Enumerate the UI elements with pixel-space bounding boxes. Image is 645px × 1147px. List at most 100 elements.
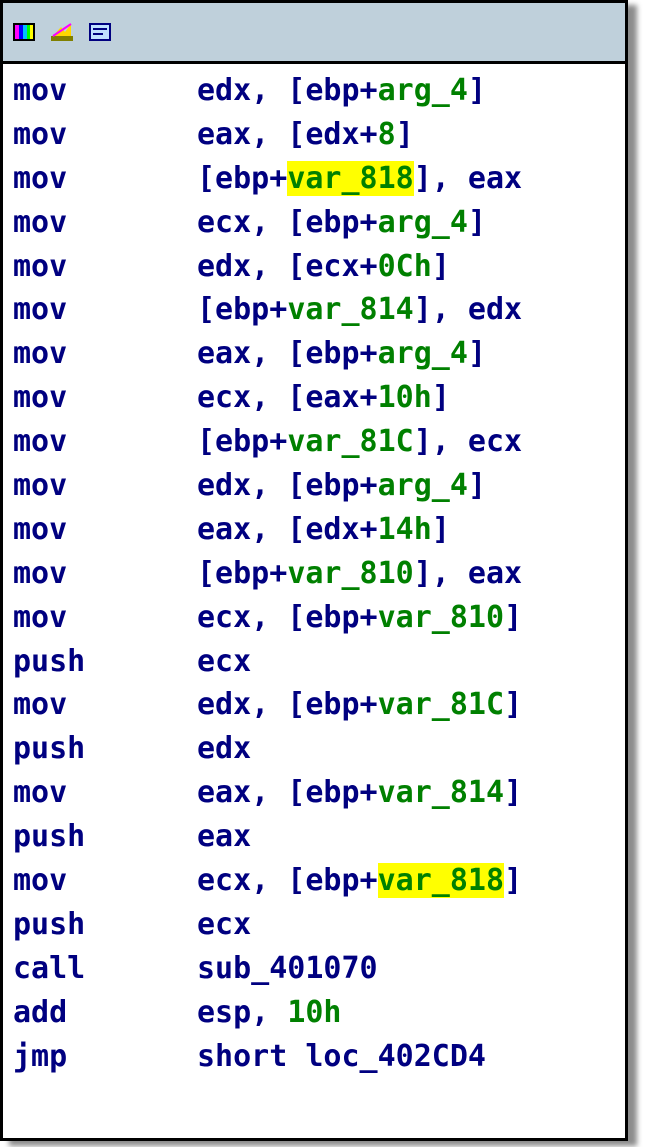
asm-operands[interactable]: edx, [ebp+var_81C] [197,683,522,727]
asm-operands[interactable]: esp, 10h [197,991,342,1035]
asm-mnemonic[interactable]: push [3,903,197,947]
asm-operand-text: edx, [ecx+ [197,248,378,284]
asm-operands[interactable]: ecx [197,903,251,947]
asm-mnemonic[interactable]: mov [3,245,197,289]
asm-line[interactable]: mov ecx, [eax+10h] [3,376,625,420]
asm-symbol[interactable]: 0Ch [378,249,432,284]
asm-operand-text: ] [467,73,486,108]
asm-line[interactable]: mov ecx, [ebp+arg_4] [3,201,625,245]
asm-operands[interactable]: [ebp+var_810], eax [197,552,522,596]
asm-operands[interactable]: ecx, [eax+10h] [197,376,450,420]
asm-mnemonic[interactable]: mov [3,69,197,113]
asm-symbol[interactable]: var_818 [377,863,505,899]
asm-symbol[interactable]: var_810 [378,600,504,635]
asm-operands[interactable]: [ebp+var_81C], ecx [197,420,522,464]
asm-operands[interactable]: short loc_402CD4 [197,1035,486,1079]
asm-symbol[interactable]: 8 [378,117,396,152]
asm-line[interactable]: mov eax, [edx+14h] [3,508,625,552]
asm-line[interactable]: push eax [3,815,625,859]
asm-line[interactable]: mov [ebp+var_810], eax [3,552,625,596]
asm-operands[interactable]: sub_401070 [197,947,378,991]
asm-symbol[interactable]: var_81C [287,424,413,459]
asm-operands[interactable]: ecx, [ebp+var_818] [197,859,522,903]
asm-symbol[interactable]: var_814 [378,775,504,810]
asm-mnemonic[interactable]: mov [3,552,197,596]
asm-line[interactable]: push edx [3,727,625,771]
asm-line[interactable]: mov eax, [edx+8] [3,113,625,157]
asm-symbol[interactable]: var_81C [378,687,504,722]
asm-operand-text: ecx, [ebp+ [197,204,378,240]
asm-mnemonic[interactable]: mov [3,683,197,727]
asm-line[interactable]: add esp, 10h [3,991,625,1035]
asm-line[interactable]: mov [ebp+var_81C], ecx [3,420,625,464]
asm-operands[interactable]: [ebp+var_818], eax [197,157,522,201]
asm-mnemonic[interactable]: jmp [3,1035,197,1079]
disassembly-listing: mov edx, [ebp+arg_4] mov eax, [edx+8] mov [eb… [3,64,625,1078]
asm-line[interactable]: mov edx, [ecx+0Ch] [3,245,625,289]
asm-mnemonic[interactable]: mov [3,859,197,903]
asm-line[interactable]: mov [ebp+var_818], eax [3,157,625,201]
asm-symbol[interactable]: arg_4 [378,468,468,503]
asm-symbol[interactable]: var_814 [287,292,413,327]
asm-operands[interactable]: eax, [ebp+arg_4] [197,332,486,376]
flowchart-icon[interactable] [51,23,73,41]
asm-operands[interactable]: ecx, [ebp+arg_4] [197,201,486,245]
asm-mnemonic[interactable]: mov [3,157,197,201]
asm-line[interactable]: mov edx, [ebp+arg_4] [3,464,625,508]
asm-operands[interactable]: eax, [edx+8] [197,113,414,157]
asm-line[interactable]: push ecx [3,640,625,684]
asm-mnemonic[interactable]: mov [3,508,197,552]
asm-operands[interactable]: ecx, [ebp+var_810] [197,596,522,640]
asm-operand-text: edx [197,731,252,767]
asm-symbol[interactable]: 10h [378,380,432,415]
asm-mnemonic[interactable]: push [3,640,197,684]
asm-mnemonic[interactable]: push [3,815,197,859]
asm-mnemonic[interactable]: mov [3,596,197,640]
asm-operands[interactable]: edx [197,727,251,771]
asm-symbol[interactable]: arg_4 [378,336,468,371]
asm-operand-text: ecx, [eax+ [197,380,378,416]
asm-operands[interactable]: edx, [ecx+0Ch] [197,245,450,289]
asm-line[interactable]: mov eax, [ebp+arg_4] [3,332,625,376]
asm-mnemonic[interactable]: mov [3,420,197,464]
asm-operands[interactable]: edx, [ebp+arg_4] [197,464,486,508]
asm-mnemonic[interactable]: mov [3,332,197,376]
asm-operand-text: ], ecx [413,424,523,460]
asm-mnemonic[interactable]: mov [3,464,197,508]
asm-symbol[interactable]: 14h [378,512,432,547]
asm-operand-text: [ebp+ [197,160,288,196]
asm-line[interactable]: mov edx, [ebp+arg_4] [3,69,625,113]
asm-mnemonic[interactable]: push [3,727,197,771]
asm-line[interactable]: mov [ebp+var_814], edx [3,288,625,332]
asm-mnemonic[interactable]: mov [3,113,197,157]
asm-symbol[interactable]: 10h [287,995,341,1030]
asm-line[interactable]: call sub_401070 [3,947,625,991]
graph-view-icon[interactable] [13,23,35,41]
asm-symbol[interactable]: var_818 [287,160,414,196]
asm-line[interactable]: push ecx [3,903,625,947]
asm-mnemonic[interactable]: mov [3,201,197,245]
asm-mnemonic[interactable]: mov [3,771,197,815]
text-view-icon[interactable] [89,23,111,41]
asm-operand-text: ecx, [ebp+ [197,863,378,899]
asm-line[interactable]: mov ecx, [ebp+var_810] [3,596,625,640]
asm-symbol[interactable]: var_810 [287,556,413,591]
asm-operand-text: short loc_402CD4 [197,1038,486,1074]
asm-operands[interactable]: edx, [ebp+arg_4] [197,69,486,113]
asm-operands[interactable]: eax [197,815,251,859]
asm-operands[interactable]: eax, [ebp+var_814] [197,771,522,815]
asm-mnemonic[interactable]: mov [3,288,197,332]
asm-mnemonic[interactable]: call [3,947,197,991]
asm-mnemonic[interactable]: add [3,991,197,1035]
asm-symbol[interactable]: arg_4 [378,73,468,108]
asm-operands[interactable]: [ebp+var_814], edx [197,288,522,332]
asm-line[interactable]: mov ecx, [ebp+var_818] [3,859,625,903]
asm-mnemonic[interactable]: mov [3,376,197,420]
asm-operand-text: edx, [ebp+ [197,73,378,108]
asm-symbol[interactable]: arg_4 [378,205,468,240]
asm-operands[interactable]: ecx [197,640,251,684]
asm-operands[interactable]: eax, [edx+14h] [197,508,450,552]
asm-line[interactable]: mov eax, [ebp+var_814] [3,771,625,815]
asm-line[interactable]: jmp short loc_402CD4 [3,1035,625,1079]
asm-line[interactable]: mov edx, [ebp+var_81C] [3,683,625,727]
